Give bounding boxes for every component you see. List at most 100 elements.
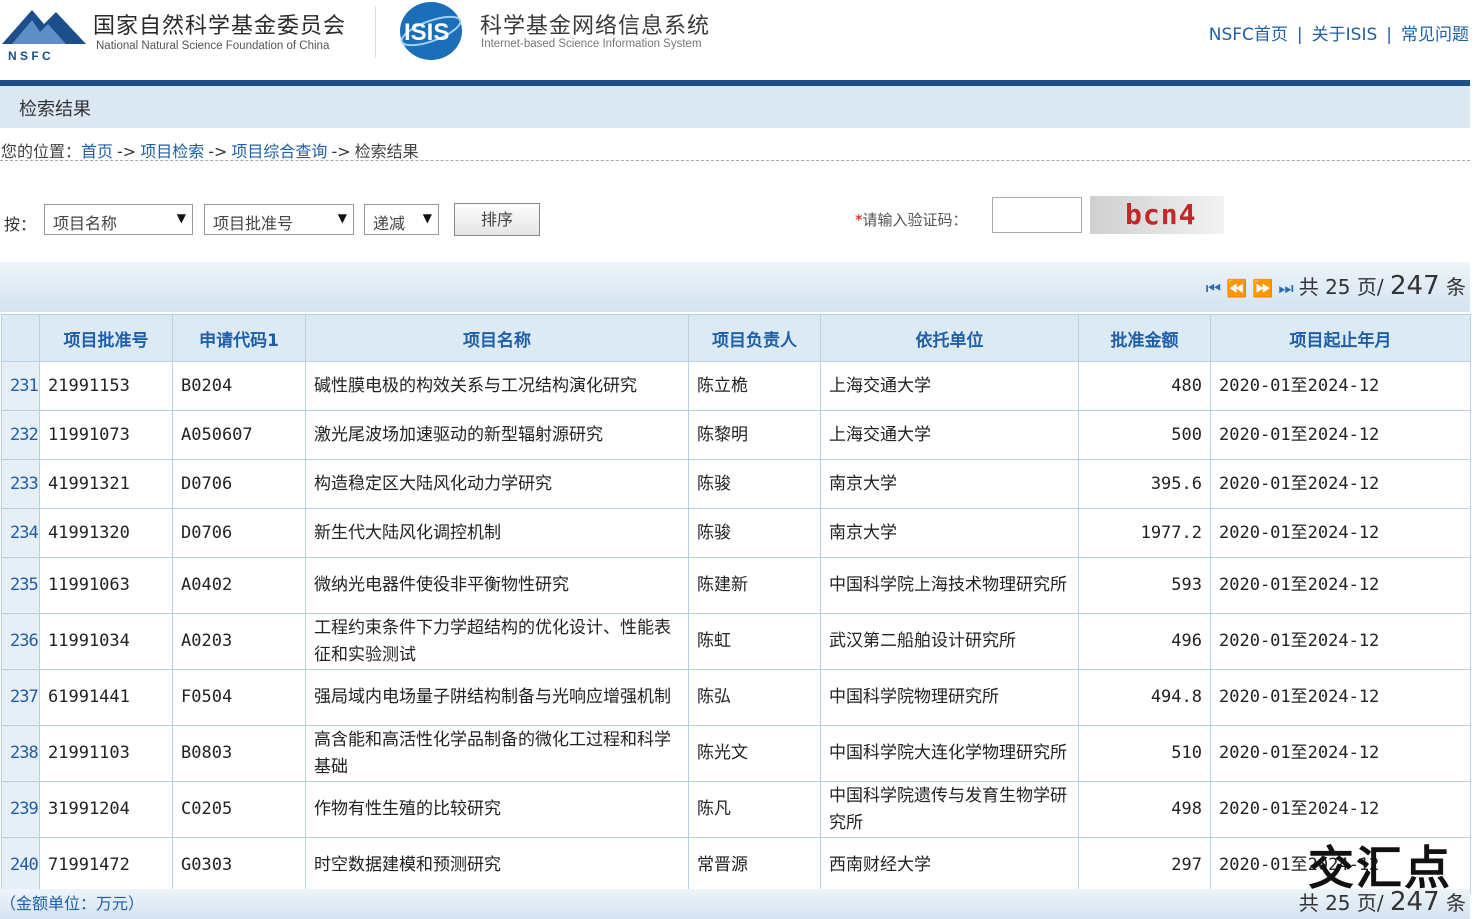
table-row[interactable]: 232 11991073 A050607 激光尾波场加速驱动的新型辐射源研究 陈黎明 上海… — [1, 410, 1471, 460]
results-table: 项目批准号 申请代码1 项目名称 项目负责人 依托单位 批准金额 项目起止年月 … — [1, 314, 1471, 894]
approval-number: 21991153 — [39, 361, 173, 411]
dropdown-arrow-icon: ▼ — [176, 211, 186, 225]
project-period: 2020-01至2024-12 — [1210, 459, 1471, 509]
approval-number: 11991034 — [39, 613, 173, 670]
project-name[interactable]: 工程约束条件下力学超结构的优化设计、性能表征和实验测试 — [305, 613, 689, 670]
prev-page-icon[interactable]: ⏪ — [1226, 279, 1247, 299]
project-name[interactable]: 作物有性生殖的比较研究 — [305, 781, 689, 838]
pager-bar-bottom: 共 25 页/ 247 条 — [0, 887, 1470, 919]
organization: 中国科学院大连化学物理研究所 — [820, 725, 1079, 782]
sort-field1-value: 项目名称 — [53, 214, 118, 233]
breadcrumb-combined-query[interactable]: 项目综合查询 — [231, 142, 327, 161]
project-name[interactable]: 激光尾波场加速驱动的新型辐射源研究 — [305, 410, 689, 460]
table-row[interactable]: 234 41991320 D0706 新生代大陆风化调控机制 陈骏 南京大学 1977.2 2… — [1, 508, 1471, 558]
captcha-image[interactable]: bcn4 — [1090, 196, 1224, 234]
sort-field2-select[interactable]: 项目批准号 ▼ — [204, 204, 354, 235]
project-leader: 陈黎明 — [688, 410, 821, 460]
row-index: 240 — [1, 837, 40, 894]
project-leader: 陈立桅 — [688, 361, 821, 411]
first-page-icon[interactable]: ⏮ — [1206, 279, 1221, 299]
breadcrumb-arrow: -> — [117, 142, 137, 161]
application-code: G0303 — [172, 837, 306, 894]
row-index: 237 — [1, 669, 40, 726]
sort-field1-select[interactable]: 项目名称 ▼ — [44, 204, 193, 235]
organization: 武汉第二船舶设计研究所 — [820, 613, 1079, 670]
approval-number: 11991063 — [39, 557, 173, 614]
project-period: 2020-01至2024-12 — [1210, 781, 1471, 838]
table-row[interactable]: 236 11991034 A0203 工程约束条件下力学超结构的优化设计、性能表征和实… — [1, 613, 1471, 670]
table-row[interactable]: 238 21991103 B0803 高含能和高活性化学品制备的微化工过程和科学基础陈… — [1, 725, 1471, 782]
project-period: 2020-01至2024-12 — [1210, 557, 1471, 614]
approval-number: 71991472 — [39, 837, 173, 894]
pager-suffix: 条 — [1446, 275, 1466, 299]
table-header-row: 项目批准号 申请代码1 项目名称 项目负责人 依托单位 批准金额 项目起止年月 — [1, 314, 1471, 362]
captcha-label: *请输入验证码： — [855, 209, 968, 230]
captcha-text: bcn4 — [1125, 198, 1197, 231]
project-period: 2020-01至2024-12 — [1210, 613, 1471, 670]
approval-number: 21991103 — [39, 725, 173, 782]
application-code: A0203 — [172, 613, 306, 670]
approved-amount: 500 — [1078, 410, 1211, 460]
about-isis-link[interactable]: 关于ISIS — [1312, 25, 1378, 45]
page-title-bar: 检索结果 — [0, 86, 1470, 128]
breadcrumb-home[interactable]: 首页 — [81, 142, 113, 161]
divider — [0, 160, 1470, 161]
project-period: 2020-01至2024-12 — [1210, 410, 1471, 460]
captcha-input[interactable] — [992, 197, 1082, 233]
application-code: B0204 — [172, 361, 306, 411]
approved-amount: 480 — [1078, 361, 1211, 411]
pager: ⏮ ⏪ ⏩ ⏭ 共 25 页/ 247 条 — [1206, 271, 1466, 301]
table-row[interactable]: 239 31991204 C0205 作物有性生殖的比较研究 陈凡 中国科学院遗传与发育生… — [1, 781, 1471, 838]
pager-bar-top: ⏮ ⏪ ⏩ ⏭ 共 25 页/ 247 条 — [0, 262, 1470, 312]
approved-amount: 496 — [1078, 613, 1211, 670]
breadcrumb-project-search[interactable]: 项目检索 — [140, 142, 204, 161]
project-name[interactable]: 高含能和高活性化学品制备的微化工过程和科学基础 — [305, 725, 689, 782]
required-marker: * — [855, 211, 863, 229]
row-index: 232 — [1, 410, 40, 460]
pager-middle: 页/ — [1356, 275, 1384, 299]
table-row[interactable]: 235 11991063 A0402 微纳光电器件使役非平衡物性研究 陈建新 中国科学院上… — [1, 557, 1471, 614]
approved-amount: 395.6 — [1078, 459, 1211, 509]
nsfc-home-link[interactable]: NSFC首页 — [1209, 25, 1288, 45]
project-period: 2020-01至2024-12 — [1210, 725, 1471, 782]
project-leader: 陈凡 — [688, 781, 821, 838]
nsfc-abbr: N S F C — [8, 49, 51, 63]
pager-pages: 25 — [1325, 275, 1351, 299]
column-header-period: 项目起止年月 — [1210, 314, 1471, 362]
dropdown-arrow-icon: ▼ — [337, 211, 347, 225]
table-row[interactable]: 233 41991321 D0706 构造稳定区大陆风化动力学研究 陈骏 南京大学 395.… — [1, 459, 1471, 509]
project-name[interactable]: 构造稳定区大陆风化动力学研究 — [305, 459, 689, 509]
last-page-icon[interactable]: ⏭ — [1278, 279, 1293, 299]
pager-prefix: 共 — [1298, 275, 1319, 299]
sort-order-select[interactable]: 递减 ▼ — [364, 204, 439, 235]
approved-amount: 498 — [1078, 781, 1211, 838]
isis-name: 科学基金网络信息系统 — [480, 14, 711, 39]
organization: 中国科学院上海技术物理研究所 — [820, 557, 1079, 614]
sort-order-value: 递减 — [373, 214, 406, 233]
project-leader: 陈骏 — [688, 459, 821, 509]
column-header-leader: 项目负责人 — [688, 314, 821, 362]
approval-number: 41991320 — [39, 508, 173, 558]
project-name[interactable]: 微纳光电器件使役非平衡物性研究 — [305, 557, 689, 614]
isis-logo-icon: ISIS — [400, 2, 462, 60]
faq-link[interactable]: 常见问题 — [1401, 25, 1469, 45]
sort-button[interactable]: 排序 — [454, 203, 540, 236]
table-row[interactable]: 237 61991441 F0504 强局域内电场量子阱结构制备与光响应增强机制 陈弘中… — [1, 669, 1471, 726]
approved-amount: 1977.2 — [1078, 508, 1211, 558]
breadcrumb-prefix: 您的位置： — [1, 142, 82, 161]
approved-amount: 510 — [1078, 725, 1211, 782]
row-index: 234 — [1, 508, 40, 558]
link-separator: | — [1296, 25, 1303, 45]
project-name[interactable]: 新生代大陆风化调控机制 — [305, 508, 689, 558]
breadcrumb-arrow: -> — [208, 142, 228, 161]
project-name[interactable]: 碱性膜电极的构效关系与工况结构演化研究 — [305, 361, 689, 411]
project-name[interactable]: 时空数据建模和预测研究 — [305, 837, 689, 894]
row-index: 231 — [1, 361, 40, 411]
table-row[interactable]: 240 71991472 G0303 时空数据建模和预测研究 常晋源 西南财经大学 297 2… — [1, 837, 1471, 894]
table-row[interactable]: 231 21991153 B0204 碱性膜电极的构效关系与工况结构演化研究 陈立桅 上海… — [1, 361, 1471, 411]
approved-amount: 593 — [1078, 557, 1211, 614]
organization: 西南财经大学 — [820, 837, 1079, 894]
project-name[interactable]: 强局域内电场量子阱结构制备与光响应增强机制 — [305, 669, 689, 726]
organization: 上海交通大学 — [820, 361, 1079, 411]
next-page-icon[interactable]: ⏩ — [1252, 279, 1273, 299]
